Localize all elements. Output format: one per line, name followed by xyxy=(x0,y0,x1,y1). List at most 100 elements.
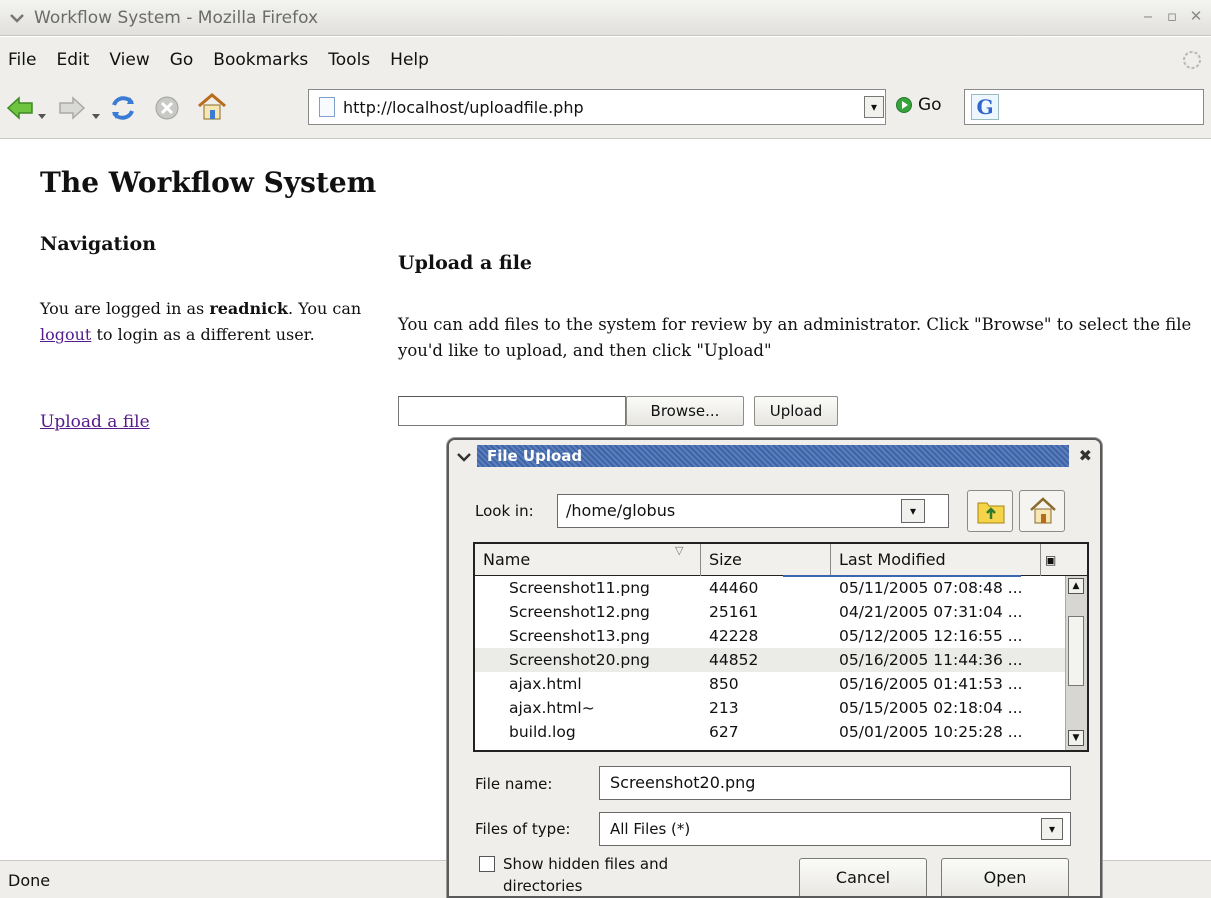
selection-underline xyxy=(783,575,1021,577)
file-row[interactable]: ajax.html~ 213 05/15/2005 02:18:04 ... xyxy=(475,696,1065,720)
menu-help[interactable]: Help xyxy=(390,50,429,70)
file-row[interactable]: Screenshot12.png 25161 04/21/2005 07:31:… xyxy=(475,600,1065,624)
column-header-size[interactable]: Size xyxy=(701,544,831,576)
home-icon[interactable] xyxy=(196,91,228,127)
file-name: Screenshot11.png xyxy=(509,579,650,597)
page-icon xyxy=(319,97,335,117)
maximize-icon[interactable]: ▫ xyxy=(1165,8,1179,24)
file-size: 25161 xyxy=(709,603,759,621)
forward-dropdown-icon[interactable] xyxy=(92,105,100,124)
file-row-selected[interactable]: Screenshot20.png 44852 05/16/2005 11:44:… xyxy=(475,648,1065,672)
dialog-title: File Upload xyxy=(487,447,583,465)
sort-indicator-icon: ▽ xyxy=(675,544,684,557)
file-size: 44460 xyxy=(709,579,759,597)
login-suffix: to login as a different user. xyxy=(91,325,315,344)
stop-icon[interactable] xyxy=(154,95,180,125)
file-upload-dialog: File Upload ✖ Look in: /home/globus ▾ Na… xyxy=(447,438,1102,898)
menu-bar: File Edit View Go Bookmarks Tools Help xyxy=(0,37,1211,83)
file-size: 850 xyxy=(709,675,739,693)
menu-go[interactable]: Go xyxy=(170,50,194,70)
column-config-icon[interactable]: ▣ xyxy=(1041,544,1067,576)
close-icon[interactable]: ✕ xyxy=(1189,8,1203,24)
up-folder-icon xyxy=(976,497,1006,529)
upload-a-file-link[interactable]: Upload a file xyxy=(40,412,150,432)
file-size: 42228 xyxy=(709,627,759,645)
file-modified: 05/12/2005 12:16:55 ... xyxy=(839,627,1023,645)
upload-description: You can add files to the system for revi… xyxy=(398,315,1192,360)
scroll-thumb[interactable] xyxy=(1068,616,1084,686)
file-row[interactable]: ajax.html 850 05/16/2005 01:41:53 ... xyxy=(475,672,1065,696)
dialog-close-icon[interactable]: ✖ xyxy=(1079,446,1092,465)
file-row[interactable]: Screenshot13.png 42228 05/12/2005 12:16:… xyxy=(475,624,1065,648)
cancel-button[interactable]: Cancel xyxy=(799,858,927,896)
look-in-label: Look in: xyxy=(475,502,534,520)
look-in-combobox[interactable]: /home/globus xyxy=(557,494,949,528)
minimize-icon[interactable]: ‒ xyxy=(1141,8,1155,24)
back-dropdown-icon[interactable] xyxy=(38,105,46,124)
up-folder-button[interactable] xyxy=(967,490,1013,532)
file-modified: 05/01/2005 10:25:28 ... xyxy=(839,723,1023,741)
menu-view[interactable]: View xyxy=(109,50,149,70)
file-row[interactable]: Screenshot11.png 44460 05/11/2005 07:08:… xyxy=(475,576,1065,600)
navigation-toolbar: http://localhost/uploadfile.php ▾ Go G xyxy=(0,83,1211,139)
file-modified: 05/11/2005 07:08:48 ... xyxy=(839,579,1023,597)
file-modified: 05/16/2005 11:44:36 ... xyxy=(839,651,1023,669)
file-name: ajax.html xyxy=(509,675,582,693)
username: readnick xyxy=(209,299,289,318)
file-size: 627 xyxy=(709,723,739,741)
login-status-text: You are logged in as readnick. You can l… xyxy=(40,296,370,348)
column-header-last-modified[interactable]: Last Modified xyxy=(831,544,1041,576)
search-input[interactable]: G xyxy=(964,89,1204,125)
file-modified: 04/21/2005 07:31:04 ... xyxy=(839,603,1023,621)
file-size: 44852 xyxy=(709,651,759,669)
file-list[interactable]: Name ▽ Size Last Modified ▣ Screenshot11… xyxy=(473,542,1089,752)
back-arrow-icon[interactable] xyxy=(6,95,34,125)
throbber-icon xyxy=(1181,49,1203,71)
file-list-scrollbar[interactable]: ▲ ▼ xyxy=(1065,576,1087,750)
file-name-field[interactable]: Screenshot20.png xyxy=(599,766,1071,800)
forward-arrow-icon[interactable] xyxy=(58,95,86,125)
upload-button[interactable]: Upload xyxy=(754,396,838,426)
menu-edit[interactable]: Edit xyxy=(56,50,89,70)
window-menu-icon[interactable] xyxy=(8,9,26,27)
url-history-dropdown[interactable]: ▾ xyxy=(864,96,884,118)
files-of-type-dropdown-icon[interactable]: ▾ xyxy=(1041,818,1063,840)
menu-bookmarks[interactable]: Bookmarks xyxy=(213,50,308,70)
url-bar[interactable]: http://localhost/uploadfile.php xyxy=(308,89,886,125)
file-path-input[interactable] xyxy=(398,396,626,426)
file-modified: 05/15/2005 02:18:04 ... xyxy=(839,699,1023,717)
go-icon xyxy=(896,97,912,113)
file-list-header: Name ▽ Size Last Modified ▣ xyxy=(475,544,1087,576)
login-prefix: You are logged in as xyxy=(40,299,210,318)
open-button[interactable]: Open xyxy=(941,858,1069,896)
files-of-type-label: Files of type: xyxy=(475,820,571,838)
logout-link[interactable]: logout xyxy=(40,325,91,344)
dialog-menu-icon[interactable] xyxy=(455,448,473,466)
files-of-type-select[interactable]: All Files (*) xyxy=(599,812,1071,846)
dialog-title-bar[interactable]: File Upload ✖ xyxy=(449,440,1100,474)
file-name: Screenshot12.png xyxy=(509,603,650,621)
file-name: Screenshot13.png xyxy=(509,627,650,645)
reload-icon[interactable] xyxy=(108,93,138,127)
browse-button[interactable]: Browse... xyxy=(626,396,744,426)
navigation-heading: Navigation xyxy=(40,233,157,255)
show-hidden-checkbox[interactable] xyxy=(479,856,495,872)
look-in-dropdown-icon[interactable]: ▾ xyxy=(901,499,925,523)
file-name: build.log xyxy=(509,723,576,741)
menu-file[interactable]: File xyxy=(8,50,36,70)
go-label: Go xyxy=(918,95,942,115)
file-name-label: File name: xyxy=(475,775,553,793)
login-mid: . You can xyxy=(288,299,362,318)
file-row[interactable]: build.log 627 05/01/2005 10:25:28 ... xyxy=(475,720,1065,744)
file-modified: 05/16/2005 01:41:53 ... xyxy=(839,675,1023,693)
scroll-down-icon[interactable]: ▼ xyxy=(1068,730,1084,746)
google-search-engine-icon[interactable]: G xyxy=(971,94,999,120)
show-hidden-label: Show hidden files and directories xyxy=(503,855,669,895)
column-header-name[interactable]: Name xyxy=(475,544,701,576)
go-button[interactable]: Go xyxy=(896,95,942,115)
scroll-up-icon[interactable]: ▲ xyxy=(1068,578,1084,594)
file-name: Screenshot20.png xyxy=(509,651,650,669)
file-rows: Screenshot11.png 44460 05/11/2005 07:08:… xyxy=(475,576,1065,744)
home-folder-button[interactable] xyxy=(1019,490,1065,532)
menu-tools[interactable]: Tools xyxy=(328,50,370,70)
